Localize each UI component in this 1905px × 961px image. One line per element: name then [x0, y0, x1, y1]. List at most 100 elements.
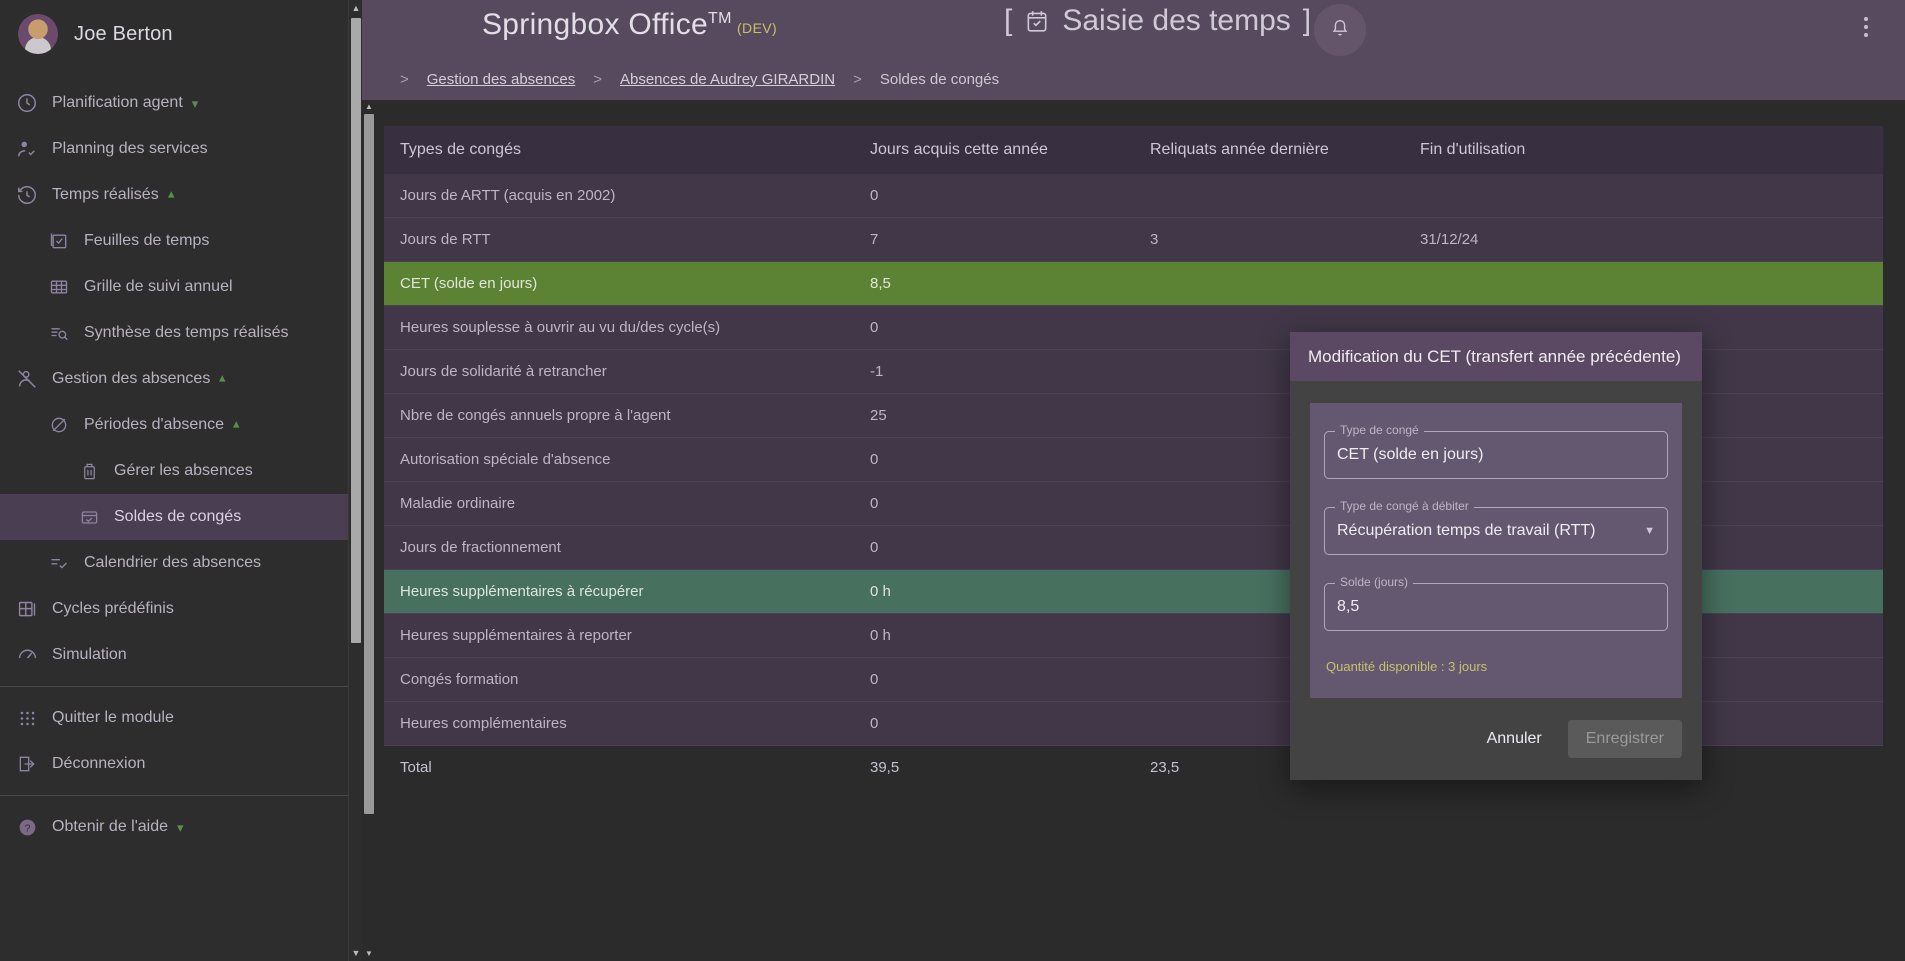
sidebar-item-grille-de-suivi-annuel[interactable]: Grille de suivi annuel: [0, 264, 362, 310]
grid-icon: [48, 276, 70, 298]
col-header-fin: Fin d'utilisation: [1404, 126, 1883, 174]
cell-type: Jours de ARTT (acquis en 2002): [384, 174, 854, 218]
sidebar-item-temps-realises[interactable]: Temps réalisés ▾: [0, 172, 362, 218]
apps-grid-icon: [16, 707, 38, 729]
solde-jours-input[interactable]: Solde (jours) 8,5: [1324, 575, 1668, 631]
table-row[interactable]: Jours de RTT 7 3 31/12/24: [384, 217, 1883, 262]
sidebar-item-quitter-le-module[interactable]: Quitter le module: [0, 695, 362, 741]
sidebar-item-planning-des-services[interactable]: Planning des services: [0, 126, 362, 172]
table-header-row: Types de congés Jours acquis cette année…: [384, 126, 1883, 174]
topbar: Springbox OfficeTM (DEV) [ Saisie des te…: [362, 0, 1905, 100]
cell-type: Heures supplémentaires à récupérer: [384, 569, 854, 614]
clock-icon: [16, 92, 38, 114]
list-check-icon: [48, 552, 70, 574]
cell-reliquats: 3: [1134, 217, 1404, 262]
cell-acquis: 0: [854, 437, 1134, 482]
sidebar-user[interactable]: Joe Berton: [0, 0, 362, 68]
cell-acquis: -1: [854, 349, 1134, 394]
cell-fin: [1404, 174, 1883, 218]
sidebar-item-cycles-predefinis[interactable]: Cycles prédéfinis: [0, 586, 362, 632]
breadcrumb-item-gestion-des-absences[interactable]: Gestion des absences: [427, 71, 575, 88]
sidebar-item-label: Cycles prédéfinis: [52, 600, 174, 617]
chevron-up-icon: ▾: [233, 417, 240, 433]
solde-jours-value: 8,5: [1337, 598, 1360, 615]
breadcrumb: > Gestion des absences > Absences de Aud…: [362, 58, 999, 100]
sidebar-item-obtenir-de-l-aide[interactable]: ? Obtenir de l'aide ▾: [0, 804, 362, 850]
col-header-types: Types de congés: [384, 126, 854, 174]
cell-type: Maladie ordinaire: [384, 481, 854, 526]
chevron-down-icon: ▾: [191, 95, 199, 111]
sidebar-item-label: Grille de suivi annuel: [84, 278, 233, 295]
page-title: Saisie des temps: [1062, 4, 1291, 37]
cell-type: Autorisation spéciale d'absence: [384, 437, 854, 482]
scroll-thumb[interactable]: [351, 18, 361, 643]
table-row[interactable]: CET (solde en jours) 8,5: [384, 261, 1883, 306]
cell-type: Jours de fractionnement: [384, 525, 854, 570]
bracket-open: [: [1004, 4, 1013, 37]
scroll-up-arrow-icon[interactable]: ▲: [349, 0, 362, 16]
history-icon: [16, 184, 38, 206]
sidebar-item-feuilles-de-temps[interactable]: Feuilles de temps: [0, 218, 362, 264]
cell-fin: [1404, 261, 1883, 306]
cell-reliquats: [1134, 261, 1404, 306]
sidebar-divider-2: [0, 795, 362, 796]
col-header-acquis: Jours acquis cette année: [854, 126, 1134, 174]
notifications-button[interactable]: [1314, 4, 1366, 56]
sidebar-item-label: Gestion des absences: [52, 370, 211, 387]
cell-acquis: 0: [854, 657, 1134, 702]
cell-type: Congés formation: [384, 657, 854, 702]
sidebar-nav: Planification agent ▾ Planning des servi…: [0, 80, 362, 850]
type-de-conge-field[interactable]: Type de congé CET (solde en jours): [1324, 423, 1668, 479]
cell-acquis: 0: [854, 174, 1134, 218]
user-name: Joe Berton: [74, 22, 173, 45]
sidebar-item-gerer-les-absences[interactable]: Gérer les absences: [0, 448, 362, 494]
sidebar-item-label: Périodes d'absence: [84, 416, 225, 433]
sidebar-item-simulation[interactable]: Simulation: [0, 632, 362, 678]
cell-acquis: 0 h: [854, 569, 1134, 614]
sidebar-item-soldes-de-conges[interactable]: Soldes de congés: [0, 494, 362, 540]
cell-type: Heures complémentaires: [384, 701, 854, 746]
user-check-icon: [16, 138, 38, 160]
sidebar-item-deconnexion[interactable]: Déconnexion: [0, 741, 362, 787]
card-check-icon: [78, 506, 100, 528]
table-header: Types de congés Jours acquis cette année…: [384, 126, 1883, 174]
table-row[interactable]: Jours de ARTT (acquis en 2002) 0: [384, 174, 1883, 218]
sidebar-item-periodes-d-absence[interactable]: Périodes d'absence ▾: [0, 402, 362, 448]
bell-icon: [1329, 17, 1351, 44]
breadcrumb-separator: >: [400, 70, 409, 88]
sidebar-item-calendrier-des-absences[interactable]: Calendrier des absences: [0, 540, 362, 586]
sidebar-scrollbar[interactable]: ▲ ▼: [348, 0, 362, 961]
app-brand: Springbox OfficeTM: [482, 8, 732, 42]
sidebar-item-label: Planning des services: [52, 140, 208, 157]
cell-type: Jours de solidarité à retrancher: [384, 349, 854, 394]
sidebar-item-label: Déconnexion: [52, 755, 146, 772]
cell-acquis: 7: [854, 217, 1134, 262]
scroll-down-arrow-icon[interactable]: ▼: [349, 945, 362, 961]
chevron-down-icon[interactable]: ▼: [1644, 525, 1655, 537]
cell-type: Nbre de congés annuels propre à l'agent: [384, 393, 854, 438]
kebab-dot: [1864, 33, 1868, 37]
cell-acquis: 8,5: [854, 261, 1134, 306]
cell-acquis: 0: [854, 481, 1134, 526]
dialog-footer: Annuler Enregistrer: [1290, 698, 1702, 780]
kebab-dot: [1864, 17, 1868, 21]
type-de-conge-a-debiter-label: Type de congé à débiter: [1335, 499, 1474, 513]
cell-type: CET (solde en jours): [384, 261, 854, 306]
sidebar-item-label: Feuilles de temps: [84, 232, 210, 249]
cell-type: Total: [384, 745, 854, 789]
breadcrumb-separator: >: [853, 70, 862, 88]
sidebar-item-label: Planification agent: [52, 94, 183, 111]
sidebar-item-planification-agent[interactable]: Planification agent ▾: [0, 80, 362, 126]
cell-type: Jours de RTT: [384, 217, 854, 262]
sidebar-item-synthese-des-temps-realises[interactable]: Synthèse des temps réalisés: [0, 310, 362, 356]
cancel-button[interactable]: Annuler: [1475, 722, 1554, 756]
logout-icon: [16, 753, 38, 775]
cell-type: Heures supplémentaires à reporter: [384, 613, 854, 658]
type-de-conge-a-debiter-select[interactable]: Type de congé à débiter Récupération tem…: [1324, 499, 1668, 555]
more-vertical-icon[interactable]: [1853, 12, 1879, 42]
sidebar-item-gestion-des-absences[interactable]: Gestion des absences ▾: [0, 356, 362, 402]
chevron-up-icon: ▾: [219, 371, 226, 387]
cell-reliquats: [1134, 174, 1404, 218]
breadcrumb-item-absences-de-audrey-girardin[interactable]: Absences de Audrey GIRARDIN: [620, 71, 835, 88]
sidebar-item-label: Synthèse des temps réalisés: [84, 324, 289, 341]
